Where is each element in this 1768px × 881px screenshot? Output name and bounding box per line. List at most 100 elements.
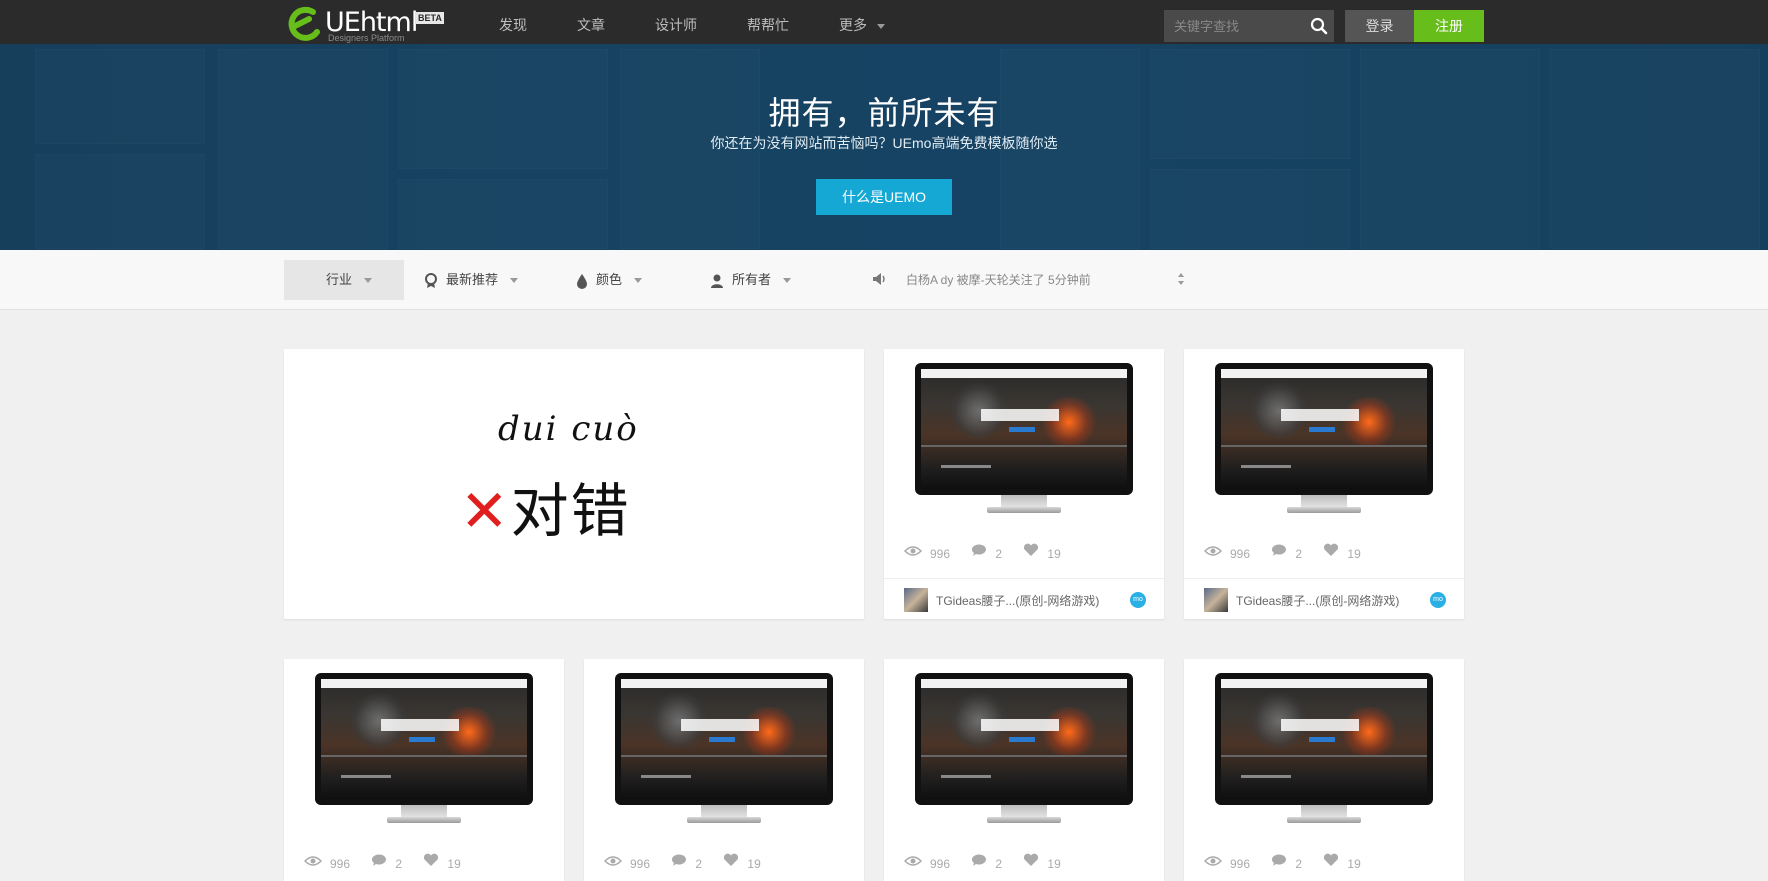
heart-icon[interactable]	[1323, 543, 1339, 557]
sort-arrows-icon[interactable]	[1177, 272, 1185, 286]
author-name: TGideas腰子...(原创-网络游戏)	[1236, 594, 1400, 608]
filter-industry-label: 行业	[326, 272, 353, 287]
view-count: 996	[930, 546, 951, 561]
work-card[interactable]: 996 2 19	[884, 659, 1164, 881]
work-card[interactable]: 996 2 19	[1184, 659, 1464, 881]
like-count: 19	[447, 856, 461, 871]
what-is-uemo-button[interactable]: 什么是UEMO	[816, 179, 952, 215]
comment-icon	[1272, 854, 1287, 866]
comment-icon	[972, 544, 987, 556]
filter-bar: 行业 最新推荐 颜色 所有者 白杨A dy 被摩-天轮关注了 5分钟前	[0, 250, 1768, 310]
feature-hanzi-text: 对错	[510, 477, 631, 545]
view-count: 996	[1230, 856, 1251, 871]
heart-icon[interactable]	[1023, 853, 1039, 867]
comment-count: 2	[395, 856, 403, 871]
nav-more-label: 更多	[839, 17, 867, 33]
search-input[interactable]	[1164, 10, 1299, 42]
heart-icon[interactable]	[423, 853, 439, 867]
card-stats: 996 2 19	[1203, 853, 1379, 871]
mo-badge-icon: mo	[1130, 592, 1146, 608]
like-count: 19	[1047, 546, 1061, 561]
feature-hanzi-mark: ✕	[460, 477, 511, 545]
login-button[interactable]: 登录	[1345, 10, 1414, 42]
view-count: 996	[630, 856, 651, 871]
nav-help[interactable]: 帮帮忙	[747, 15, 789, 35]
user-icon	[711, 274, 723, 288]
search-box	[1164, 10, 1334, 42]
view-count: 996	[330, 856, 351, 871]
filter-owner[interactable]: 所有者	[710, 260, 810, 300]
filter-color-label: 颜色	[596, 272, 623, 287]
card-author[interactable]: TGideas腰子...(原创-网络游戏) mo	[884, 578, 1164, 619]
feature-hanzi: ✕对错	[460, 464, 631, 548]
card-stats: 996 2 19	[903, 543, 1079, 561]
eye-icon	[1203, 856, 1223, 866]
nav-discover[interactable]: 发现	[499, 15, 527, 35]
heart-icon[interactable]	[1323, 853, 1339, 867]
view-count: 996	[930, 856, 951, 871]
comment-icon	[672, 854, 687, 866]
heart-icon[interactable]	[1023, 543, 1039, 557]
comment-count: 2	[1295, 856, 1303, 871]
hero-title: 拥有，前所未有	[768, 95, 1000, 131]
hero-subtitle: 你还在为没有网站而苦恼吗？UEmo高端免费模板随你选	[710, 135, 1058, 151]
comment-icon	[372, 854, 387, 866]
chevron-down-icon	[783, 278, 792, 284]
chevron-down-icon	[634, 278, 643, 284]
like-count: 19	[1347, 546, 1361, 561]
top-nav-bar: UEhtml BETA Designers Platform 发现 文章 设计师…	[0, 0, 1768, 44]
award-icon	[425, 272, 437, 288]
comment-icon	[972, 854, 987, 866]
site-logo[interactable]: UEhtml BETA Designers Platform	[283, 6, 453, 43]
work-card[interactable]: 996 2 19 TGideas腰子...(原创-网络游戏) mo	[884, 349, 1164, 619]
card-stats: 996 2 19	[903, 853, 1079, 871]
logo-beta-badge: BETA	[416, 12, 444, 24]
work-card[interactable]: 996 2 19	[284, 659, 564, 881]
view-count: 996	[1230, 546, 1251, 561]
activity-notice: 白杨A dy 被摩-天轮关注了 5分钟前	[872, 260, 1185, 300]
heart-icon[interactable]	[723, 853, 739, 867]
card-stats: 996 2 19	[303, 853, 479, 871]
feature-card[interactable]: dui cuò ✕对错	[284, 349, 864, 619]
eye-icon	[903, 546, 923, 556]
comment-count: 2	[995, 546, 1003, 561]
notice-text: 白杨A dy 被摩-天轮关注了 5分钟前	[906, 273, 1091, 287]
work-card[interactable]: 996 2 19 TGideas腰子...(原创-网络游戏) mo	[1184, 349, 1464, 619]
mo-badge-icon: mo	[1430, 592, 1446, 608]
nav-articles[interactable]: 文章	[577, 15, 605, 35]
eye-icon	[1203, 546, 1223, 556]
author-name: TGideas腰子...(原创-网络游戏)	[936, 594, 1100, 608]
avatar	[904, 588, 928, 612]
comment-count: 2	[995, 856, 1003, 871]
like-count: 19	[1347, 856, 1361, 871]
logo-mark-icon	[288, 6, 320, 41]
drop-icon	[577, 273, 587, 289]
nav-designers[interactable]: 设计师	[655, 15, 697, 35]
comment-icon	[1272, 544, 1287, 556]
filter-latest[interactable]: 最新推荐	[424, 260, 534, 300]
eye-icon	[603, 856, 623, 866]
like-count: 19	[1047, 856, 1061, 871]
logo-subtitle: Designers Platform	[328, 33, 405, 43]
comment-count: 2	[1295, 546, 1303, 561]
hero-banner: 拥有，前所未有 你还在为没有网站而苦恼吗？UEmo高端免费模板随你选 什么是UE…	[0, 44, 1768, 250]
chevron-down-icon	[364, 278, 373, 284]
filter-color[interactable]: 颜色	[576, 260, 666, 300]
card-stats: 996 2 19	[1203, 543, 1379, 561]
nav-more[interactable]: 更多	[839, 15, 885, 35]
eye-icon	[903, 856, 923, 866]
filter-latest-label: 最新推荐	[446, 272, 499, 287]
speaker-icon	[873, 273, 885, 285]
like-count: 19	[747, 856, 761, 871]
card-author[interactable]: TGideas腰子...(原创-网络游戏) mo	[1184, 578, 1464, 619]
register-button[interactable]: 注册	[1414, 10, 1484, 42]
work-card[interactable]: 996 2 19	[584, 659, 864, 881]
comment-count: 2	[695, 856, 703, 871]
filter-industry[interactable]: 行业	[284, 260, 404, 300]
chevron-down-icon	[510, 278, 519, 284]
feature-pinyin: dui cuò	[498, 409, 639, 449]
eye-icon	[303, 856, 323, 866]
search-icon[interactable]	[1310, 17, 1328, 35]
avatar	[1204, 588, 1228, 612]
filter-owner-label: 所有者	[732, 272, 772, 287]
